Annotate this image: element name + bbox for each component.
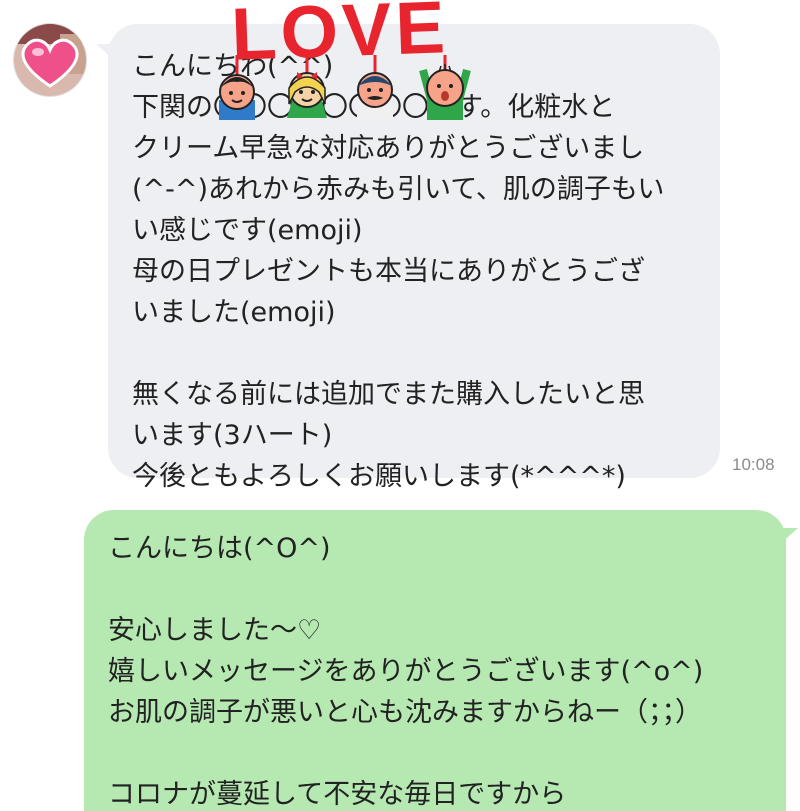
incoming-message-bubble[interactable]: こんにちわ(^^) 下関の〇〇〇〇〇〇〇〇です。化粧水と クリーム早急な対応あり… bbox=[108, 24, 720, 492]
chat-view: こんにちわ(^^) 下関の〇〇〇〇〇〇〇〇です。化粧水と クリーム早急な対応あり… bbox=[0, 0, 800, 811]
message-timestamp: 10:08 bbox=[732, 455, 775, 474]
heart-icon bbox=[14, 24, 86, 96]
outgoing-message-bubble[interactable]: こんにちは(^O^) 安心しました〜♡ 嬉しいメッセージをありがとうございます(… bbox=[84, 510, 786, 811]
contact-avatar[interactable] bbox=[14, 24, 86, 96]
